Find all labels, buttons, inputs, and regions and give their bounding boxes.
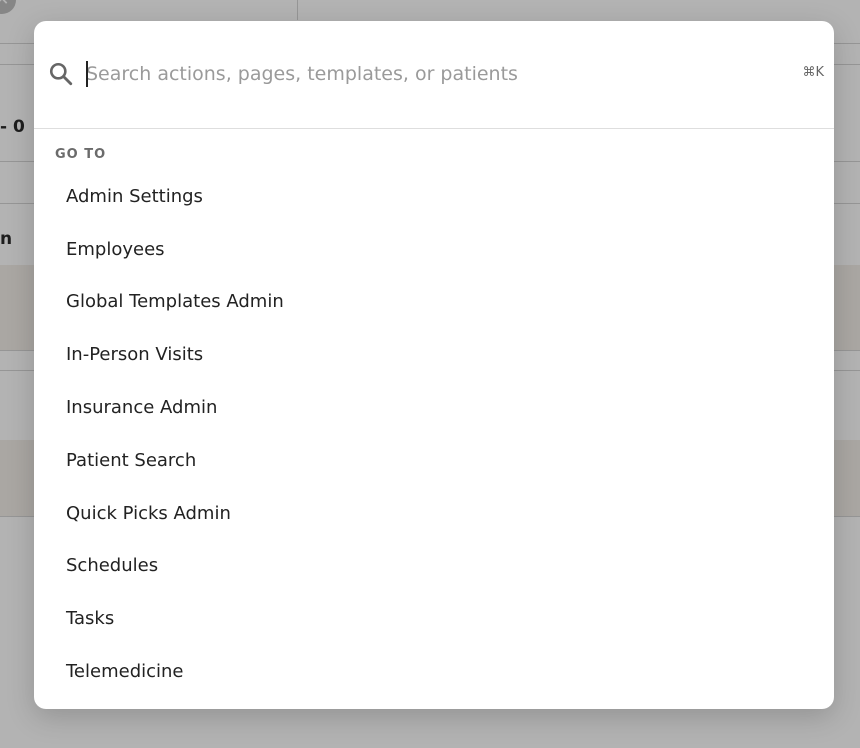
command-palette: ⌘K GO TO Admin Settings Employees Global… [34,21,834,709]
section-heading-go-to: GO TO [55,147,107,162]
goto-item-global-templates-admin[interactable]: Global Templates Admin [54,276,814,329]
text-cursor [86,61,88,87]
goto-item-employees[interactable]: Employees [54,223,814,276]
search-input[interactable] [86,59,776,89]
keyboard-shortcut-hint: ⌘K [802,65,824,80]
goto-item-tasks[interactable]: Tasks [54,592,814,645]
goto-item-quick-picks-admin[interactable]: Quick Picks Admin [54,487,814,540]
goto-item-in-person-visits[interactable]: In-Person Visits [54,328,814,381]
goto-item-patient-search[interactable]: Patient Search [54,434,814,487]
goto-list: Admin Settings Employees Global Template… [54,170,814,698]
goto-item-telemedicine[interactable]: Telemedicine [54,645,814,698]
goto-item-insurance-admin[interactable]: Insurance Admin [54,381,814,434]
goto-item-schedules[interactable]: Schedules [54,540,814,593]
search-icon [49,62,73,86]
search-bar: ⌘K [34,21,834,129]
goto-item-admin-settings[interactable]: Admin Settings [54,170,814,223]
